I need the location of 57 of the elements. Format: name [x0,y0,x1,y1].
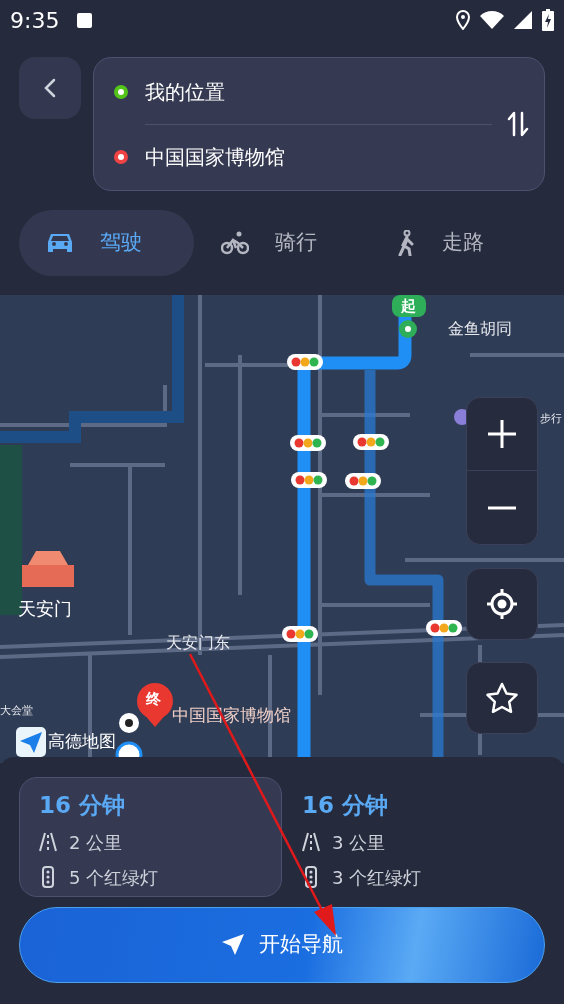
plus-icon [487,419,517,449]
map-view[interactable]: 金鱼胡同 步行 天安门 天安门东 大会堂 中国国家博物馆 起 终 高德地图 [0,295,564,763]
traffic-light-icon [39,866,57,888]
start-navigation-button[interactable]: 开始导航 [19,907,545,983]
map-label: 天安门东 [166,632,230,654]
route-duration: 16 分钟 [39,791,126,820]
route-traffic-lights: 5 个红绿灯 [69,865,159,890]
end-marker-label: 终 [146,692,161,707]
bicycle-icon [221,231,249,255]
locate-icon [486,588,518,620]
travel-mode-tab[interactable]: 骑行 [194,210,369,276]
traffic-light-icon [353,434,389,450]
car-icon [46,232,74,254]
route-duration: 16 分钟 [302,791,389,820]
walking-icon [396,230,416,256]
signal-icon [514,11,532,29]
travel-mode-tab[interactable]: 走路 [369,210,544,276]
paper-plane-icon [16,727,46,757]
locate-button[interactable] [466,568,538,640]
traffic-light-icon [302,866,320,888]
tiananmen-landmark-icon [22,551,74,587]
destination-field[interactable]: 中国国家博物馆 [145,141,285,172]
route-traffic-lights: 3 个红绿灯 [332,865,422,890]
map-logo: 高德地图 [48,730,116,754]
location-icon [456,10,470,30]
route-distance: 2 公里 [69,830,123,855]
road-icon [302,832,320,852]
traffic-light-icon [291,472,327,488]
status-time: 9:35 [10,6,60,35]
navigation-arrow-icon [221,933,245,957]
route-distance: 3 公里 [332,830,386,855]
start-marker-label: 起 [401,297,416,315]
back-icon [44,78,56,98]
map-label: 金鱼胡同 [448,318,512,340]
minus-icon [487,505,517,510]
road-icon [39,832,57,852]
back-button[interactable] [19,57,81,119]
traffic-light-icon [426,620,462,636]
origin-field[interactable]: 我的位置 [145,76,225,107]
traffic-light-icon [290,435,326,451]
favorite-button[interactable] [466,662,538,734]
traffic-light-icon [345,473,381,489]
start-marker-pin [392,295,426,338]
route-option-card[interactable]: 16 分钟 3 公里 3 个红绿灯 [282,777,545,897]
travel-mode-tab[interactable]: 驾驶 [19,210,194,276]
wifi-icon [480,11,504,29]
map-label: 步行 [540,411,562,427]
swap-icon [507,111,529,137]
battery-icon [542,9,554,31]
traffic-light-icon [282,626,318,642]
map-label: 天安门 [18,597,72,621]
map-label: 大会堂 [0,703,33,719]
traffic-light-icon [287,354,323,370]
destination-pin [137,683,173,727]
route-option-card[interactable]: 16 分钟 2 公里 5 个红绿灯 [19,777,282,897]
star-icon [485,682,519,714]
map-label: 中国国家博物馆 [172,704,291,727]
